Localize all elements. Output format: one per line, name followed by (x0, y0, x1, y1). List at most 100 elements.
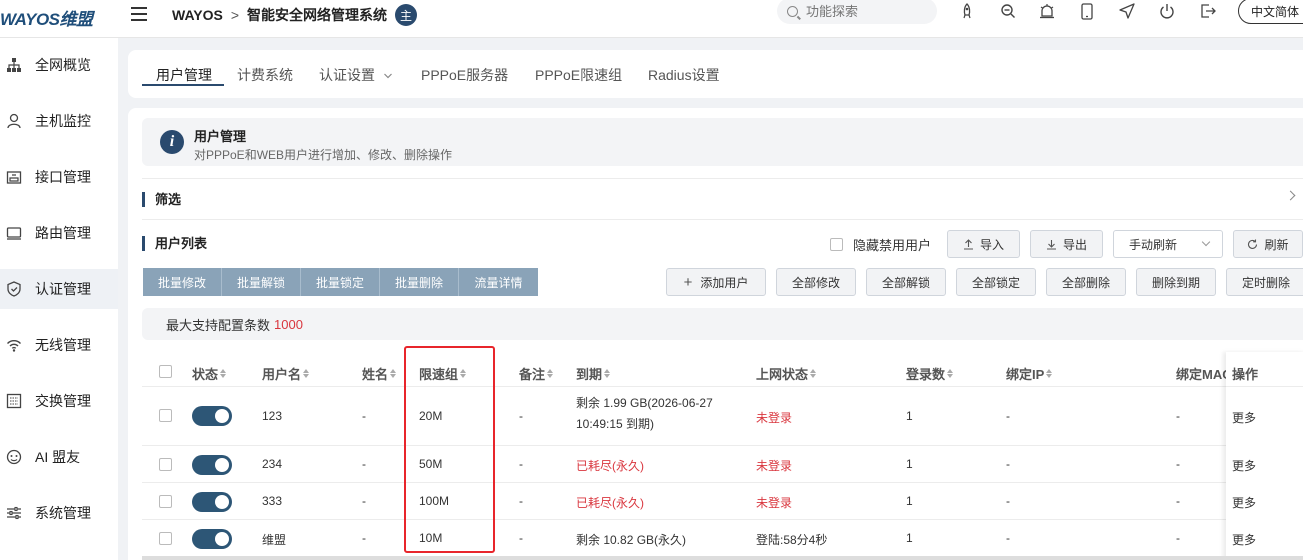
sidebar-item-ai-ally[interactable]: AI 盟友 (0, 437, 118, 477)
export-button[interactable]: 导出 (1030, 230, 1103, 258)
status-toggle[interactable] (192, 492, 232, 512)
batch-edit-button[interactable]: 批量修改 (143, 268, 222, 296)
sidebar-item-auth[interactable]: 认证管理 (0, 269, 118, 309)
unlock-all-button[interactable]: 全部解锁 (866, 268, 946, 296)
tab-radius[interactable]: Radius设置 (648, 65, 720, 85)
sidebar-item-routing[interactable]: 路由管理 (0, 213, 118, 253)
sidebar-item-interface[interactable]: 接口管理 (0, 157, 118, 197)
cell-expire: 已耗尽(永久) (576, 459, 644, 473)
sidebar-item-wireless[interactable]: 无线管理 (0, 325, 118, 365)
cell-logins: 1 (906, 457, 913, 471)
cell-name: - (362, 531, 366, 545)
sidebar-item-label: 无线管理 (35, 337, 91, 353)
cell-note: - (519, 457, 523, 471)
refresh-button[interactable]: 刷新 (1233, 230, 1303, 258)
more-link[interactable]: 更多 (1232, 457, 1256, 474)
sort-icon (810, 369, 817, 378)
column-header-note[interactable]: 备注 (519, 364, 554, 383)
import-button[interactable]: 导入 (947, 230, 1020, 258)
upload-icon (963, 238, 973, 250)
batch-unlock-button[interactable]: 批量解锁 (222, 268, 301, 296)
header-label: 登录数 (906, 367, 946, 382)
home-badge[interactable]: 主 (395, 4, 418, 26)
more-link[interactable]: 更多 (1232, 409, 1256, 426)
more-link[interactable]: 更多 (1232, 494, 1256, 511)
batch-delete-button[interactable]: 批量删除 (380, 268, 459, 296)
refresh-label: 刷新 (1264, 237, 1289, 252)
row-checkbox[interactable] (159, 409, 172, 422)
search-box[interactable] (777, 0, 937, 24)
header-label: 状态 (192, 367, 219, 382)
add-user-button[interactable]: + 添加用户 (666, 268, 766, 296)
sidebar: 全网概览 主机监控 接口管理 路由管理 认证管理 无线管理 交换管理 AI 盟友… (0, 38, 118, 560)
refresh-mode-select[interactable]: 手动刷新 (1113, 230, 1223, 258)
rocket-icon[interactable] (957, 1, 977, 21)
brand-name: WAYOS (172, 7, 223, 23)
mobile-icon[interactable] (1077, 1, 1097, 21)
system-name: 智能安全网络管理系统 (247, 7, 388, 23)
import-label: 导入 (979, 237, 1004, 252)
status-toggle[interactable] (192, 406, 232, 426)
tab-billing[interactable]: 计费系统 (237, 65, 293, 85)
row-checkbox[interactable] (159, 532, 172, 545)
cell-online-status: 登陆:58分4秒 (756, 533, 828, 547)
delete-all-button[interactable]: 全部删除 (1046, 268, 1126, 296)
lock-all-button[interactable]: 全部锁定 (956, 268, 1036, 296)
column-header-logins[interactable]: 登录数 (906, 364, 954, 383)
sidebar-item-system[interactable]: 系统管理 (0, 493, 118, 533)
cell-bound-ip: - (1006, 409, 1010, 423)
cell-username: 333 (262, 494, 283, 508)
sidebar-item-switch[interactable]: 交换管理 (0, 381, 118, 421)
scheduled-delete-button[interactable]: 定时删除 (1226, 268, 1303, 296)
edit-all-button[interactable]: 全部修改 (776, 268, 856, 296)
cell-username: 维盟 (262, 533, 287, 547)
row-checkbox[interactable] (159, 458, 172, 471)
max-config-label: 最大支持配置条数 (166, 317, 271, 333)
traffic-details-button[interactable]: 流量详情 (459, 268, 538, 296)
search-input[interactable] (806, 3, 926, 19)
alarm-icon[interactable] (1037, 1, 1057, 21)
add-user-label: 添加用户 (700, 275, 749, 290)
tab-pppoe-server[interactable]: PPPoE服务器 (421, 65, 508, 85)
cell-bound-ip: - (1006, 531, 1010, 545)
language-selector[interactable]: 中文简体 (1238, 0, 1303, 24)
highlight-box (404, 346, 495, 553)
column-header-expire[interactable]: 到期 (576, 364, 611, 383)
column-header-name[interactable]: 姓名 (362, 364, 397, 383)
select-all-checkbox[interactable] (159, 365, 172, 378)
navigate-icon[interactable] (1117, 1, 1137, 21)
menu-toggle-icon[interactable] (131, 7, 147, 23)
column-header-username[interactable]: 用户名 (262, 364, 310, 383)
column-header-bound-mac[interactable]: 绑定MAC (1176, 364, 1230, 383)
cell-note: - (519, 409, 523, 423)
status-toggle[interactable] (192, 529, 232, 549)
tab-pppoe-rate-group[interactable]: PPPoE限速组 (535, 65, 622, 85)
cell-bound-mac: - (1176, 409, 1180, 423)
divider (142, 219, 1303, 220)
hide-disabled-toggle[interactable]: 隐藏禁用用户 (830, 235, 931, 254)
hide-disabled-checkbox[interactable] (830, 238, 843, 251)
row-checkbox[interactable] (159, 495, 172, 508)
sort-icon (303, 369, 310, 378)
cell-bound-mac: - (1176, 494, 1180, 508)
filter-section-title[interactable]: 筛选 (142, 192, 181, 207)
more-link[interactable]: 更多 (1232, 531, 1256, 548)
batch-lock-button[interactable]: 批量锁定 (301, 268, 380, 296)
sidebar-item-host-monitor[interactable]: 主机监控 (0, 101, 118, 141)
column-header-status[interactable]: 状态 (192, 364, 227, 383)
column-header-online-status[interactable]: 上网状态 (756, 364, 817, 383)
operations-column: 操作 更多 更多 更多 更多 (1226, 352, 1303, 560)
zoom-out-icon[interactable] (998, 1, 1018, 21)
info-title: 用户管理 (194, 129, 247, 144)
topology-icon (6, 57, 22, 73)
column-header-bound-ip[interactable]: 绑定IP (1006, 364, 1053, 383)
status-toggle[interactable] (192, 455, 232, 475)
tab-auth-settings[interactable]: 认证设置 (319, 65, 393, 85)
logout-icon[interactable] (1198, 1, 1218, 21)
delete-expired-button[interactable]: 删除到期 (1136, 268, 1216, 296)
tab-user-management[interactable]: 用户管理 (156, 65, 212, 85)
cell-expire: 剩余 1.99 GB(2026-06-27 10:49:15 到期) (576, 396, 713, 431)
power-icon[interactable] (1157, 1, 1177, 21)
sidebar-item-overview[interactable]: 全网概览 (0, 45, 118, 85)
horizontal-scrollbar[interactable] (142, 556, 1303, 560)
